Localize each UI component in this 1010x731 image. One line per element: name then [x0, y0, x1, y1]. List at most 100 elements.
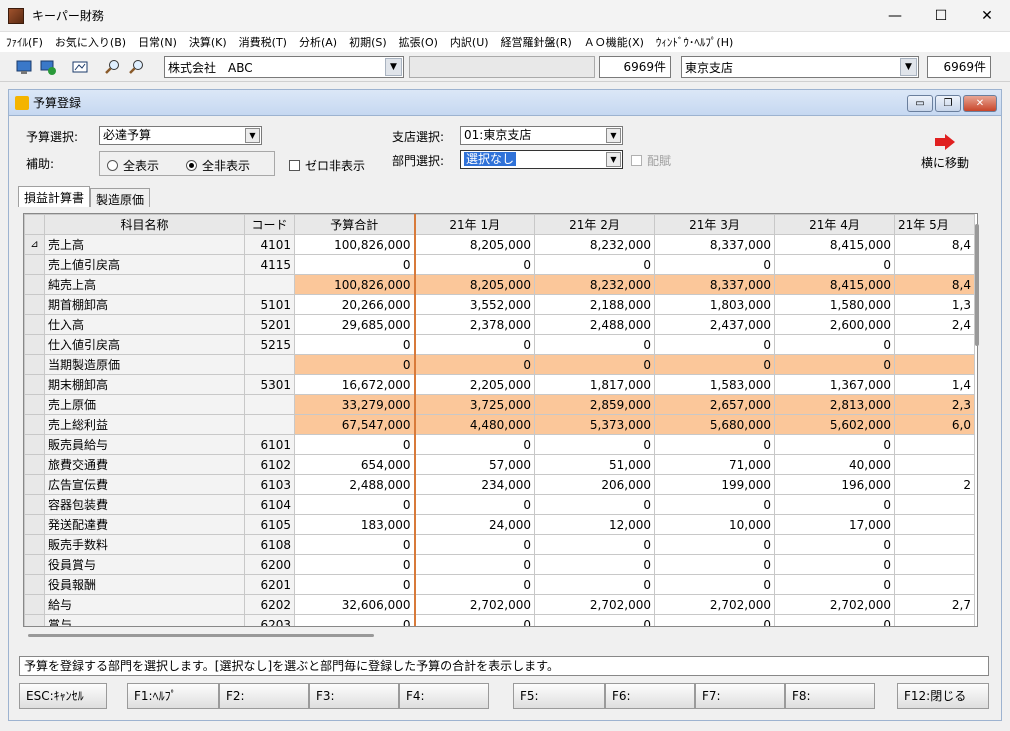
- budget-total-cell[interactable]: 16,672,000: [294, 374, 416, 395]
- table-row[interactable]: 容器包装費 6104 0 0 0 0 0: [24, 494, 975, 515]
- month-value-cell[interactable]: 2,813,000: [774, 394, 895, 415]
- account-code-cell[interactable]: 6200: [244, 554, 295, 575]
- month-value-cell[interactable]: 199,000: [654, 474, 775, 495]
- budget-total-cell[interactable]: 29,685,000: [294, 314, 416, 335]
- table-row[interactable]: 期首棚卸高 5101 20,266,000 3,552,000 2,188,000 1,8…: [24, 294, 975, 315]
- col-header-month[interactable]: 21年 1月: [414, 214, 535, 235]
- month-value-cell[interactable]: 17,000: [774, 514, 895, 535]
- month-value-cell[interactable]: 3,552,000: [414, 294, 535, 315]
- month-value-cell[interactable]: 5,680,000: [654, 414, 775, 435]
- f5-button[interactable]: F5:: [513, 683, 605, 709]
- f7-button[interactable]: F7:: [695, 683, 785, 709]
- menu-window-help[interactable]: ｳｨﾝﾄﾞｳ･ﾍﾙﾌﾟ(H): [650, 34, 739, 50]
- month-value-cell[interactable]: 0: [654, 254, 775, 275]
- month-value-cell[interactable]: 3,725,000: [414, 394, 535, 415]
- zoom-in-icon[interactable]: [104, 59, 120, 75]
- table-row[interactable]: 役員賞与 6200 0 0 0 0 0: [24, 554, 975, 575]
- dept-select[interactable]: 選択なし ▼: [460, 150, 623, 169]
- month-value-cell[interactable]: 8,205,000: [414, 274, 535, 295]
- table-row[interactable]: 仕入高 5201 29,685,000 2,378,000 2,488,000 2,437…: [24, 314, 975, 335]
- month-value-cell[interactable]: 0: [654, 574, 775, 595]
- checkbox-box[interactable]: [289, 160, 300, 171]
- month-value-cell[interactable]: [894, 434, 975, 455]
- tab-manufacturing-cost[interactable]: 製造原価: [90, 188, 151, 207]
- branch-select[interactable]: 東京支店 ▼: [681, 56, 919, 78]
- account-name-cell[interactable]: 広告宣伝費: [44, 474, 245, 495]
- month-value-cell[interactable]: 5,373,000: [534, 414, 655, 435]
- month-value-cell[interactable]: 24,000: [414, 514, 535, 535]
- account-name-cell[interactable]: 売上高: [44, 234, 245, 255]
- budget-total-cell[interactable]: 0: [294, 534, 416, 555]
- menu-compass[interactable]: 経営羅針盤(R): [495, 34, 578, 50]
- account-name-cell[interactable]: 販売手数料: [44, 534, 245, 555]
- table-row[interactable]: 広告宣伝費 6103 2,488,000 234,000 206,000 199,000 1…: [24, 474, 975, 495]
- month-value-cell[interactable]: 0: [414, 354, 535, 375]
- col-header-month[interactable]: 21年 4月: [774, 214, 895, 235]
- account-code-cell[interactable]: 6104: [244, 494, 295, 515]
- budget-select[interactable]: 必達予算 ▼: [99, 126, 262, 145]
- col-header-name[interactable]: 科目名称: [44, 214, 245, 235]
- zero-hide-checkbox[interactable]: ゼロ非表示: [289, 157, 365, 174]
- account-name-cell[interactable]: 売上総利益: [44, 414, 245, 435]
- month-value-cell[interactable]: [894, 614, 975, 626]
- month-value-cell[interactable]: 2,188,000: [534, 294, 655, 315]
- month-value-cell[interactable]: 2,702,000: [654, 594, 775, 615]
- checkbox-box[interactable]: [631, 155, 642, 166]
- month-value-cell[interactable]: 0: [414, 334, 535, 355]
- month-value-cell[interactable]: 2,657,000: [654, 394, 775, 415]
- month-value-cell[interactable]: 0: [414, 534, 535, 555]
- col-header-total[interactable]: 予算合計: [294, 214, 416, 235]
- table-row[interactable]: 売上総利益 67,547,000 4,480,000 5,373,000 5,680,0…: [24, 414, 975, 435]
- account-code-cell[interactable]: [244, 354, 295, 375]
- f2-button[interactable]: F2:: [219, 683, 309, 709]
- radio-show-all[interactable]: 全表示: [107, 157, 159, 174]
- menu-daily[interactable]: 日常(N): [132, 34, 183, 50]
- month-value-cell[interactable]: 2,702,000: [534, 594, 655, 615]
- chevron-down-icon[interactable]: ▼: [900, 58, 917, 76]
- col-header-month[interactable]: 21年 5月: [894, 214, 975, 235]
- month-value-cell[interactable]: 0: [534, 354, 655, 375]
- f6-button[interactable]: F6:: [605, 683, 695, 709]
- maximize-button[interactable]: ☐: [918, 0, 964, 32]
- account-code-cell[interactable]: 5301: [244, 374, 295, 395]
- month-value-cell[interactable]: 0: [774, 614, 895, 626]
- month-value-cell[interactable]: 0: [774, 434, 895, 455]
- budget-grid[interactable]: 科目名称 コード 予算合計 21年 1月 21年 2月 21年 3月 21年 4…: [23, 213, 978, 627]
- month-value-cell[interactable]: 51,000: [534, 454, 655, 475]
- budget-total-cell[interactable]: 654,000: [294, 454, 416, 475]
- month-value-cell[interactable]: [894, 534, 975, 555]
- account-code-cell[interactable]: [244, 274, 295, 295]
- account-name-cell[interactable]: 販売員給与: [44, 434, 245, 455]
- zoom-out-icon[interactable]: [128, 59, 144, 75]
- month-value-cell[interactable]: 2,205,000: [414, 374, 535, 395]
- account-name-cell[interactable]: 売上値引戻高: [44, 254, 245, 275]
- move-horizontal-button[interactable]: 横に移動: [915, 134, 975, 171]
- month-value-cell[interactable]: 4,480,000: [414, 414, 535, 435]
- account-code-cell[interactable]: 6202: [244, 594, 295, 615]
- radio-circle[interactable]: [186, 160, 197, 171]
- month-value-cell[interactable]: 196,000: [774, 474, 895, 495]
- month-value-cell[interactable]: 0: [774, 574, 895, 595]
- radio-circle[interactable]: [107, 160, 118, 171]
- table-row[interactable]: 旅費交通費 6102 654,000 57,000 51,000 71,000 40,000: [24, 454, 975, 475]
- month-value-cell[interactable]: 1,4: [894, 374, 975, 395]
- month-value-cell[interactable]: [894, 254, 975, 275]
- month-value-cell[interactable]: 2,7: [894, 594, 975, 615]
- month-value-cell[interactable]: 0: [654, 334, 775, 355]
- chevron-down-icon[interactable]: ▼: [606, 128, 621, 143]
- esc-cancel-button[interactable]: ESC:ｷｬﾝｾﾙ: [19, 683, 107, 709]
- month-value-cell[interactable]: 2,437,000: [654, 314, 775, 335]
- month-value-cell[interactable]: 0: [654, 494, 775, 515]
- account-code-cell[interactable]: 5101: [244, 294, 295, 315]
- month-value-cell[interactable]: 2,600,000: [774, 314, 895, 335]
- month-value-cell[interactable]: 2,702,000: [414, 594, 535, 615]
- month-value-cell[interactable]: 8,232,000: [534, 274, 655, 295]
- account-name-cell[interactable]: 仕入高: [44, 314, 245, 335]
- month-value-cell[interactable]: 10,000: [654, 514, 775, 535]
- month-value-cell[interactable]: 1,817,000: [534, 374, 655, 395]
- account-code-cell[interactable]: 6102: [244, 454, 295, 475]
- budget-total-cell[interactable]: 2,488,000: [294, 474, 416, 495]
- month-value-cell[interactable]: [894, 494, 975, 515]
- month-value-cell[interactable]: 206,000: [534, 474, 655, 495]
- month-value-cell[interactable]: 2,378,000: [414, 314, 535, 335]
